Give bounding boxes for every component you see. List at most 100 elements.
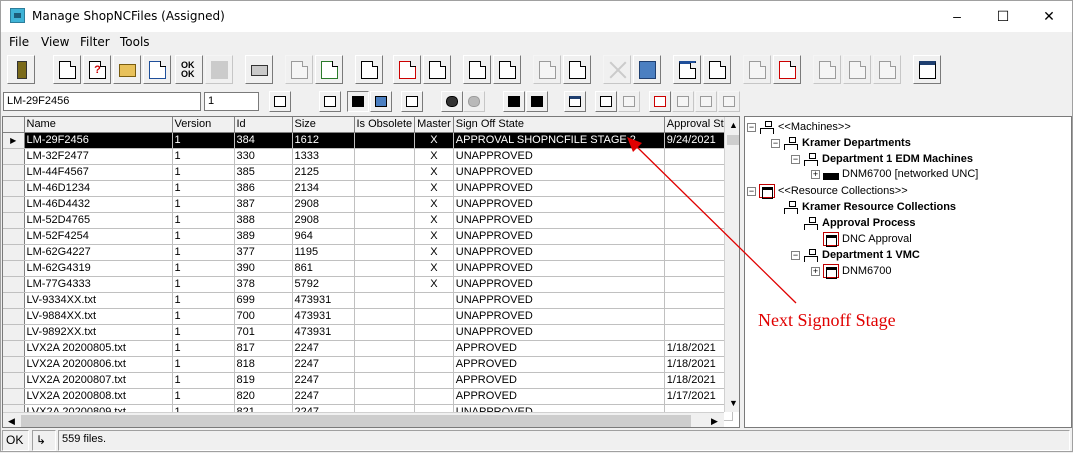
table-row[interactable]: LV-9334XX.txt 1 699 473931 UNAPPROVED — [3, 292, 733, 309]
row-indicator[interactable] — [3, 212, 25, 229]
cell-id[interactable]: 817 — [234, 340, 293, 357]
menu-file[interactable]: File — [9, 35, 29, 49]
tree-node-label[interactable]: <<Resource Collections>> — [778, 185, 908, 197]
cell-obsolete[interactable] — [354, 132, 416, 149]
machines-button[interactable] — [503, 91, 525, 112]
no-grid-button[interactable] — [633, 55, 661, 84]
cell-id[interactable]: 384 — [234, 132, 293, 149]
close-button[interactable]: ✕ — [1026, 1, 1072, 32]
print-button[interactable] — [245, 55, 273, 84]
row-indicator[interactable] — [3, 372, 25, 389]
cell-name[interactable]: LM-44F4567 — [24, 164, 173, 181]
disabled-small-2[interactable] — [695, 91, 717, 112]
cell-id[interactable]: 385 — [234, 164, 293, 181]
cell-obsolete[interactable] — [354, 324, 416, 341]
cell-approval[interactable] — [664, 180, 733, 197]
table-row[interactable]: LM-46D1234 1 386 2134 X UNAPPROVED — [3, 180, 733, 197]
cell-name[interactable]: LVX2A 20200807.txt — [24, 372, 173, 389]
tree-node[interactable]: − Department 1 EDM Machines — [791, 152, 973, 168]
cell-obsolete[interactable] — [354, 276, 416, 293]
table-row[interactable]: LM-62G4227 1 377 1195 X UNAPPROVED — [3, 244, 733, 261]
horizontal-scrollbar[interactable]: ◀ ▶ — [3, 412, 724, 427]
cell-state[interactable]: UNAPPROVED — [453, 260, 665, 277]
cell-size[interactable]: 1195 — [292, 244, 355, 261]
cell-state[interactable]: APPROVED — [453, 340, 665, 357]
version-field[interactable]: 1 — [204, 92, 259, 111]
row-indicator[interactable] — [3, 308, 25, 325]
cell-id[interactable]: 820 — [234, 388, 293, 405]
cell-master[interactable] — [414, 356, 454, 373]
cell-master[interactable]: X — [414, 228, 454, 245]
cell-name[interactable]: LM-62G4319 — [24, 260, 173, 277]
cell-size[interactable]: 2134 — [292, 180, 355, 197]
row-indicator[interactable]: ▶ — [3, 132, 25, 149]
table-row[interactable]: LM-77G4333 1 378 5792 X UNAPPROVED — [3, 276, 733, 293]
disabled-button-4[interactable] — [813, 55, 841, 84]
table-row[interactable]: LM-46D4432 1 387 2908 X UNAPPROVED — [3, 196, 733, 213]
ok-all-button[interactable]: OK OK — [175, 55, 203, 84]
col-header-version[interactable]: Version — [172, 117, 235, 133]
checklist-button[interactable] — [649, 91, 671, 112]
cell-version[interactable]: 1 — [172, 132, 235, 149]
cell-id[interactable]: 330 — [234, 148, 293, 165]
cell-approval[interactable] — [664, 324, 733, 341]
new-button[interactable] — [53, 55, 81, 84]
cell-name[interactable]: LM-46D4432 — [24, 196, 173, 213]
cell-master[interactable]: X — [414, 148, 454, 165]
cell-approval[interactable]: 1/18/2021 — [664, 372, 733, 389]
cell-size[interactable]: 2125 — [292, 164, 355, 181]
cell-version[interactable]: 1 — [172, 180, 235, 197]
tree-node-label[interactable]: Department 1 EDM Machines — [822, 153, 973, 165]
blank-page-button[interactable] — [673, 55, 701, 84]
table-row[interactable]: LM-44F4567 1 385 2125 X UNAPPROVED — [3, 164, 733, 181]
col-header-name[interactable]: Name — [24, 117, 173, 133]
transfer-out-button[interactable] — [493, 55, 521, 84]
row-indicator[interactable] — [3, 244, 25, 261]
cell-state[interactable]: UNAPPROVED — [453, 324, 665, 341]
cell-size[interactable]: 473931 — [292, 324, 355, 341]
cell-state[interactable]: UNAPPROVED — [453, 196, 665, 213]
cell-size[interactable]: 861 — [292, 260, 355, 277]
cell-version[interactable]: 1 — [172, 292, 235, 309]
tree-node[interactable]: − Department 1 VMC — [791, 248, 920, 264]
cell-id[interactable]: 699 — [234, 292, 293, 309]
cell-approval[interactable]: 1/18/2021 — [664, 356, 733, 373]
cell-approval[interactable]: 9/24/2021 — [664, 132, 733, 149]
cell-id[interactable]: 389 — [234, 228, 293, 245]
window-button[interactable] — [564, 91, 586, 112]
cell-obsolete[interactable] — [354, 356, 416, 373]
cell-size[interactable]: 2247 — [292, 372, 355, 389]
cell-version[interactable]: 1 — [172, 260, 235, 277]
scroll-left-icon[interactable]: ◀ — [3, 413, 20, 427]
tree-node[interactable]: − <<Machines>> — [747, 120, 851, 136]
cell-master[interactable] — [414, 324, 454, 341]
users-disabled-button[interactable] — [463, 91, 485, 112]
row-indicator[interactable] — [3, 180, 25, 197]
cell-id[interactable]: 700 — [234, 308, 293, 325]
cell-size[interactable]: 1333 — [292, 148, 355, 165]
disabled-button-2[interactable] — [533, 55, 561, 84]
col-header-master[interactable]: Master — [414, 117, 454, 133]
open-folder-button[interactable] — [113, 55, 141, 84]
row-indicator[interactable] — [3, 388, 25, 405]
cell-approval[interactable]: 1/17/2021 — [664, 388, 733, 405]
cell-approval[interactable] — [664, 308, 733, 325]
row-indicator[interactable] — [3, 148, 25, 165]
cell-obsolete[interactable] — [354, 260, 416, 277]
cell-version[interactable]: 1 — [172, 212, 235, 229]
compare-button[interactable] — [703, 55, 731, 84]
remove-button[interactable] — [563, 55, 591, 84]
calendar-button[interactable] — [269, 91, 291, 112]
disabled-button-6[interactable] — [873, 55, 901, 84]
table-row[interactable]: LVX2A 20200806.txt 1 818 2247 APPROVED 1/18/2… — [3, 356, 733, 373]
cell-state[interactable]: UNAPPROVED — [453, 276, 665, 293]
vertical-scrollbar[interactable]: ▲ ▼ — [724, 117, 739, 412]
col-header-sign-off-state[interactable]: Sign Off State — [453, 117, 665, 133]
horizontal-scroll-thumb[interactable] — [21, 415, 691, 427]
tree-expander-icon[interactable]: + — [811, 266, 820, 276]
cell-obsolete[interactable] — [354, 164, 416, 181]
disabled-button-1[interactable] — [205, 55, 233, 84]
cell-master[interactable]: X — [414, 164, 454, 181]
col-header-id[interactable]: Id — [234, 117, 293, 133]
tree-view-button[interactable] — [319, 91, 341, 112]
